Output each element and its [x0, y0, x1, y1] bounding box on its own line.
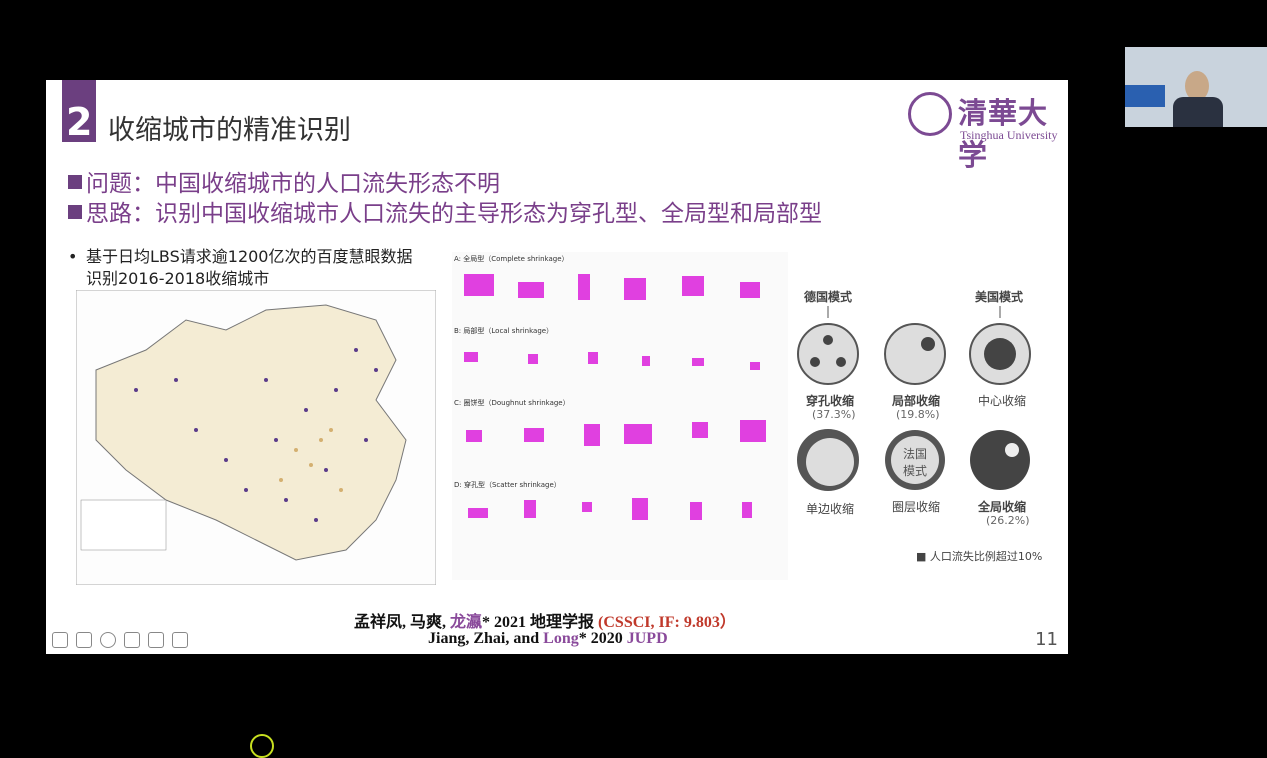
- china-map: [76, 290, 436, 585]
- section-number: 2: [66, 100, 93, 144]
- one-side-label: 单边收缩: [806, 502, 855, 516]
- bullet-text: • 基于日均LBS请求逾1200亿次的百度慧眼数据识别2016-2018收缩城市: [68, 247, 413, 288]
- approach-line: 思路：识别中国收缩城市人口流失的主导形态为穿孔型、全局型和局部型: [68, 194, 822, 228]
- local-pct: (19.8%): [896, 408, 940, 421]
- global-pct: (26.2%): [986, 514, 1030, 527]
- presentation-slide: 2 收缩城市的精准识别 清華大学 Tsinghua University 问题：…: [46, 80, 1068, 654]
- citation-chinese: 孟祥凤, 马爽, 龙瀛* 2021 地理学报 (CSSCI, IF: 9.803…: [354, 614, 736, 631]
- perforated-pct: (37.3%): [812, 408, 856, 421]
- logo-english: Tsinghua University: [960, 128, 1058, 142]
- presentation-toolbar: [52, 632, 188, 648]
- pen-icon[interactable]: [52, 632, 68, 648]
- center-label: 中心收缩: [978, 394, 1027, 408]
- shrinkage-mode-diagrams: 德国模式 美国模式 法国模式 穿孔收缩 (37.3%) 局部收缩 (19.8%)…: [792, 280, 1062, 570]
- slide-title: 收缩城市的精准识别: [108, 115, 351, 146]
- pointer-icon[interactable]: [148, 632, 164, 648]
- slides-icon[interactable]: [76, 632, 92, 648]
- perforated-label: 穿孔收缩: [806, 394, 855, 408]
- tsinghua-seal-icon: [908, 92, 952, 136]
- cursor-highlight: [250, 734, 274, 758]
- shrinkage-type-panels: A: 全局型（Complete shrinkage） B: 局部型（Local …: [452, 252, 788, 580]
- ring-label: 圈层收缩: [892, 500, 941, 514]
- citation-english: Jiang, Zhai, and Long* 2020 JUPD: [428, 630, 668, 647]
- local-label: 局部收缩: [892, 394, 941, 408]
- webcam-thumbnail[interactable]: [1125, 47, 1267, 127]
- palette-icon[interactable]: [100, 632, 116, 648]
- legend-note: ■ 人口流失比例超过10%: [916, 550, 1043, 563]
- global-label: 全局收缩: [978, 500, 1027, 514]
- french-model-label: 法国模式: [902, 447, 927, 478]
- screen-icon[interactable]: [172, 632, 188, 648]
- tsinghua-logo: 清華大学 Tsinghua University: [908, 88, 1058, 172]
- problem-line: 问题：中国收缩城市的人口流失形态不明: [68, 164, 500, 198]
- eraser-icon[interactable]: [124, 632, 140, 648]
- page-number: 11: [1035, 629, 1058, 650]
